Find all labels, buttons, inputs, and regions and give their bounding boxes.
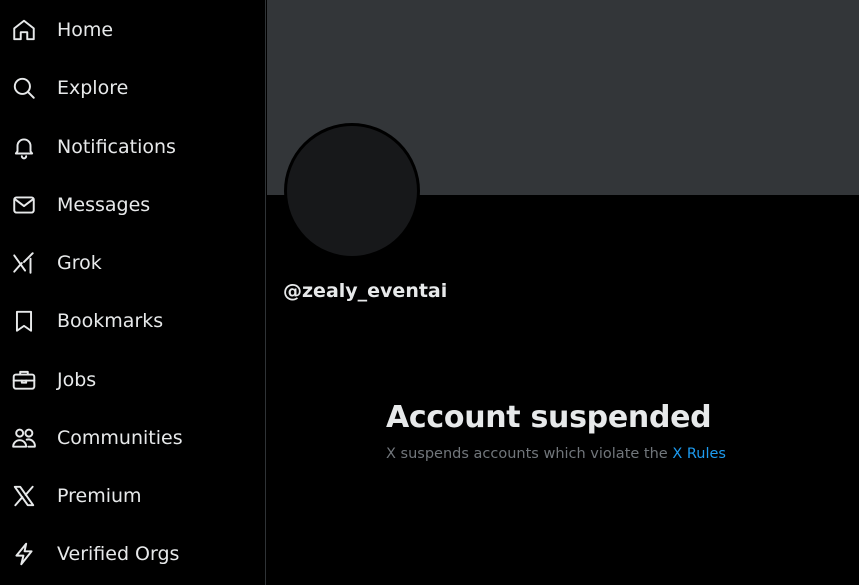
- bell-icon: [11, 134, 37, 160]
- envelope-icon: [11, 192, 37, 218]
- suspension-message: X suspends accounts which violate the X …: [386, 446, 726, 462]
- sidebar-item-verified-orgs[interactable]: Verified Orgs: [0, 532, 179, 576]
- x-logo-icon: [11, 483, 37, 509]
- sidebar-item-premium[interactable]: Premium: [0, 474, 142, 518]
- sidebar-item-label: Notifications: [57, 136, 176, 158]
- sidebar-item-label: Communities: [57, 427, 183, 449]
- suspension-message-text: X suspends accounts which violate the: [386, 446, 668, 462]
- avatar[interactable]: [284, 123, 420, 259]
- sidebar-item-home[interactable]: Home: [0, 8, 113, 52]
- sidebar-item-communities[interactable]: Communities: [0, 416, 183, 460]
- sidebar-item-label: Explore: [57, 77, 129, 99]
- grok-icon: [11, 250, 37, 276]
- lightning-icon: [11, 541, 37, 567]
- x-rules-link[interactable]: X Rules: [672, 446, 726, 462]
- sidebar-item-notifications[interactable]: Notifications: [0, 125, 176, 169]
- sidebar-item-label: Home: [57, 19, 114, 41]
- sidebar-item-label: Bookmarks: [57, 310, 164, 332]
- home-icon: [11, 17, 37, 43]
- sidebar-item-label: Premium: [57, 485, 142, 507]
- search-icon: [11, 75, 37, 101]
- sidebar-item-explore[interactable]: Explore: [0, 66, 128, 110]
- briefcase-icon: [11, 367, 37, 393]
- sidebar-item-label: Messages: [57, 194, 151, 216]
- suspension-title: Account suspended: [386, 400, 712, 435]
- sidebar-item-jobs[interactable]: Jobs: [0, 358, 96, 402]
- profile-main: @zealy_eventai Account suspended X suspe…: [267, 0, 859, 585]
- sidebar-item-messages[interactable]: Messages: [0, 183, 150, 227]
- bookmark-icon: [11, 308, 37, 334]
- people-icon: [11, 425, 37, 451]
- sidebar-item-label: Verified Orgs: [57, 543, 180, 565]
- sidebar-item-grok[interactable]: Grok: [0, 241, 102, 285]
- sidebar-item-label: Grok: [57, 252, 102, 274]
- profile-handle: @zealy_eventai: [283, 280, 448, 302]
- sidebar-item-bookmarks[interactable]: Bookmarks: [0, 299, 163, 343]
- sidebar: Home Explore Notifications Messages Grok…: [0, 0, 266, 585]
- sidebar-item-label: Jobs: [57, 369, 97, 391]
